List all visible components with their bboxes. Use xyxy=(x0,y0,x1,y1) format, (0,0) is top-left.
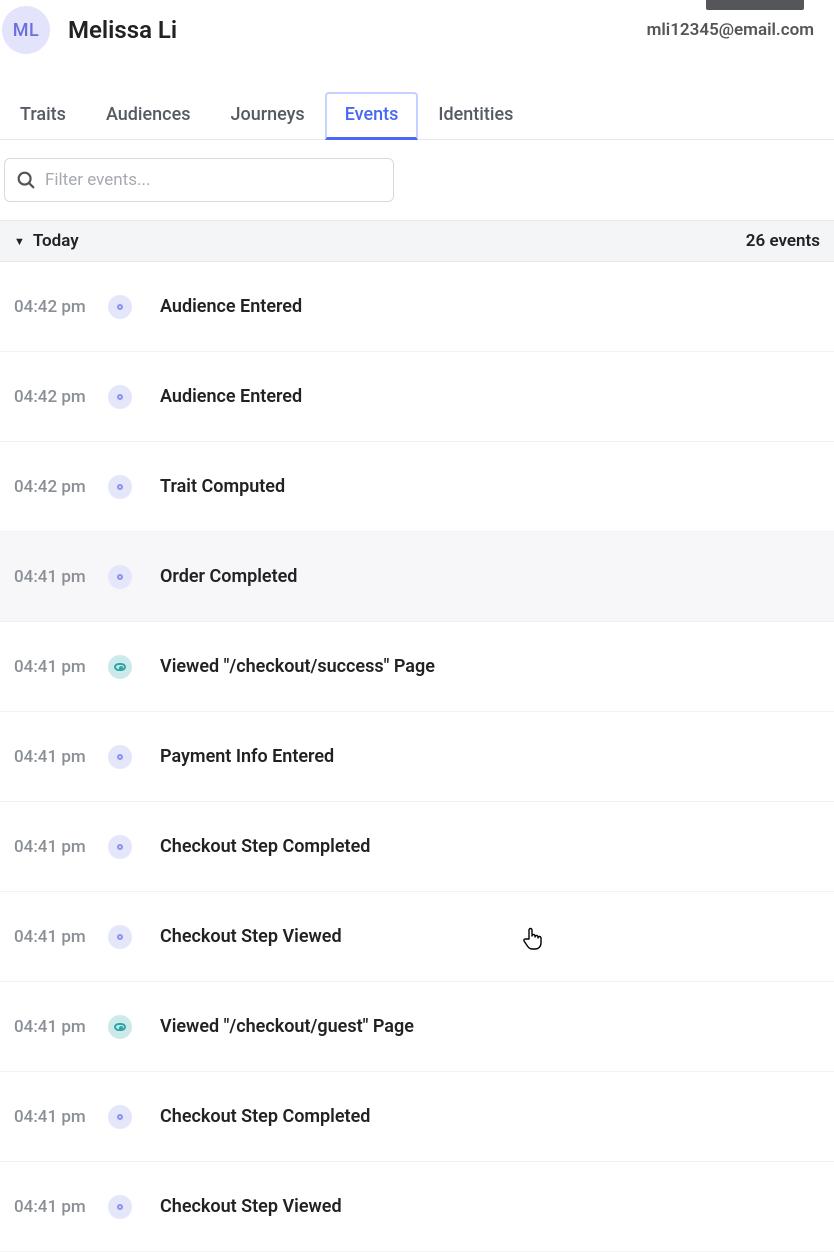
event-name: Viewed "/checkout/guest" Page xyxy=(160,1016,414,1037)
event-dot-icon xyxy=(108,475,132,499)
day-label: Today xyxy=(33,231,79,251)
overlay-badge xyxy=(706,0,804,10)
event-dot-icon xyxy=(108,385,132,409)
event-time: 04:42 pm xyxy=(14,297,108,317)
avatar-initials: ML xyxy=(13,20,39,41)
event-name: Order Completed xyxy=(160,566,297,587)
event-row[interactable]: 04:41 pm Checkout Step Completed xyxy=(0,802,834,892)
tab-label: Traits xyxy=(20,104,66,125)
tab-bar: Traits Audiences Journeys Events Identities xyxy=(0,72,834,140)
event-name: Viewed "/checkout/success" Page xyxy=(160,656,435,677)
filter-area xyxy=(0,140,834,220)
profile-email: mli12345@email.com xyxy=(647,20,820,40)
event-name: Audience Entered xyxy=(160,296,302,317)
event-time: 04:41 pm xyxy=(14,657,108,677)
event-name: Checkout Step Viewed xyxy=(160,926,342,947)
event-row[interactable]: 04:41 pm Checkout Step Completed xyxy=(0,1072,834,1162)
event-row[interactable]: 04:41 pm Order Completed xyxy=(0,532,834,622)
event-dot-icon xyxy=(108,835,132,859)
day-header[interactable]: ▼ Today 26 events xyxy=(0,220,834,262)
tab-journeys[interactable]: Journeys xyxy=(210,92,324,139)
event-time: 04:41 pm xyxy=(14,837,108,857)
tab-label: Identities xyxy=(438,104,513,125)
search-icon xyxy=(15,169,37,191)
event-row[interactable]: 04:41 pm Viewed "/checkout/guest" Page xyxy=(0,982,834,1072)
event-row[interactable]: 04:41 pm Payment Info Entered xyxy=(0,712,834,802)
event-dot-icon xyxy=(108,565,132,589)
profile-name: Melissa Li xyxy=(68,16,177,44)
tab-events[interactable]: Events xyxy=(325,92,419,140)
event-name: Trait Computed xyxy=(160,476,285,497)
filter-events-box[interactable] xyxy=(4,158,394,202)
event-row[interactable]: 04:42 pm Audience Entered xyxy=(0,352,834,442)
tab-label: Journeys xyxy=(230,104,304,125)
event-name: Payment Info Entered xyxy=(160,746,334,767)
event-name: Checkout Step Completed xyxy=(160,1106,370,1127)
event-time: 04:42 pm xyxy=(14,387,108,407)
event-time: 04:41 pm xyxy=(14,1017,108,1037)
event-dot-icon xyxy=(108,745,132,769)
avatar[interactable]: ML xyxy=(2,6,50,54)
tab-traits[interactable]: Traits xyxy=(0,92,86,139)
event-dot-icon xyxy=(108,1105,132,1129)
event-name: Checkout Step Completed xyxy=(160,836,370,857)
event-time: 04:41 pm xyxy=(14,567,108,587)
event-name: Audience Entered xyxy=(160,386,302,407)
event-row[interactable]: 04:42 pm Audience Entered xyxy=(0,262,834,352)
event-time: 04:41 pm xyxy=(14,1107,108,1127)
tab-audiences[interactable]: Audiences xyxy=(86,92,211,139)
event-dot-icon xyxy=(108,295,132,319)
event-row[interactable]: 04:41 pm Checkout Step Viewed xyxy=(0,892,834,982)
tab-label: Audiences xyxy=(106,104,191,125)
tab-label: Events xyxy=(345,104,399,125)
filter-events-input[interactable] xyxy=(45,170,383,190)
caret-down-icon: ▼ xyxy=(14,235,25,248)
event-time: 04:42 pm xyxy=(14,477,108,497)
event-row[interactable]: 04:42 pm Trait Computed xyxy=(0,442,834,532)
tab-identities[interactable]: Identities xyxy=(418,92,533,139)
day-event-count: 26 events xyxy=(746,231,820,251)
profile-header: ML Melissa Li mli12345@email.com xyxy=(0,0,834,72)
event-row[interactable]: 04:41 pm Viewed "/checkout/success" Page xyxy=(0,622,834,712)
page-view-icon xyxy=(108,1015,132,1039)
event-dot-icon xyxy=(108,1195,132,1219)
event-row[interactable]: 04:41 pmCheckout Step Viewed xyxy=(0,1162,834,1252)
events-list: 04:42 pm Audience Entered 04:42 pm Audience… xyxy=(0,262,834,1252)
event-dot-icon xyxy=(108,925,132,949)
page-view-icon xyxy=(108,655,132,679)
event-time: 04:41 pm xyxy=(14,747,108,767)
event-time: 04:41 pm xyxy=(14,927,108,947)
